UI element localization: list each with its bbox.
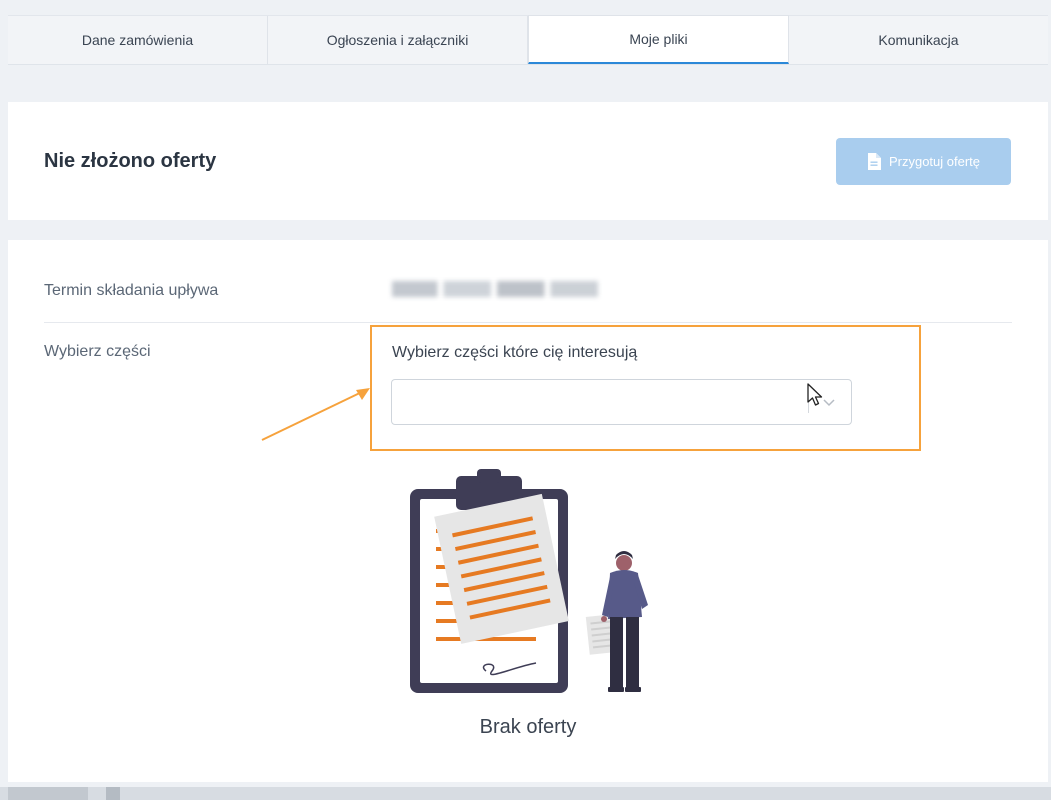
- page-title: Nie złożono oferty: [44, 150, 217, 172]
- scrollbar-thumb[interactable]: [106, 787, 120, 800]
- clipboard-person-illustration: [410, 469, 648, 693]
- parts-label: Wybierz części: [44, 343, 151, 360]
- prepare-offer-label: Przygotuj ofertę: [888, 154, 981, 169]
- parts-select-label: Wybierz części które cię interesują: [392, 344, 638, 361]
- tab-ogloszenia-i-zalaczniki[interactable]: Ogłoszenia i załączniki: [268, 16, 528, 64]
- document-icon: [867, 153, 881, 170]
- parts-highlight-box: Wybierz części które cię interesują: [370, 325, 921, 451]
- horizontal-scrollbar[interactable]: [0, 787, 1051, 800]
- mouse-cursor-icon: [807, 383, 823, 406]
- tab-komunikacja[interactable]: Komunikacja: [789, 16, 1048, 64]
- prepare-offer-button[interactable]: Przygotuj ofertę: [836, 138, 1011, 185]
- tab-bar: Dane zamówienia Ogłoszenia i załączniki …: [8, 15, 1048, 65]
- row-divider: [44, 322, 1012, 323]
- offer-status-card: Nie złożono oferty Przygotuj ofertę: [8, 102, 1048, 220]
- scrollbar-track-segment: [8, 787, 88, 800]
- parts-select[interactable]: [391, 379, 852, 425]
- deadline-label: Termin składania upływa: [44, 282, 219, 299]
- tab-dane-zamowienia[interactable]: Dane zamówienia: [8, 16, 268, 64]
- empty-state-text: Brak oferty: [479, 716, 577, 738]
- offer-form-card: Termin składania upływa Wybierz części W…: [8, 240, 1048, 782]
- annotation-arrow-icon: [261, 388, 370, 441]
- deadline-value-blurred: [392, 281, 598, 297]
- tab-moje-pliki[interactable]: Moje pliki: [528, 15, 789, 64]
